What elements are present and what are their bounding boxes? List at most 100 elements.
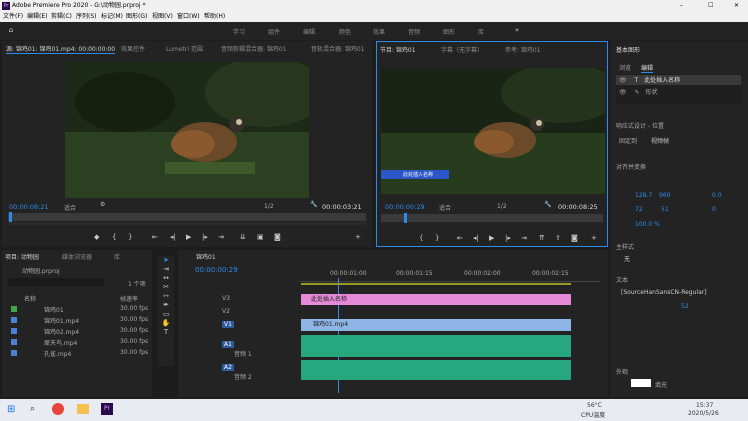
workspace-effects[interactable]: 效果 (373, 27, 385, 36)
tab-libraries[interactable]: 库 (114, 252, 120, 261)
workspace-editing[interactable]: 编辑 (303, 27, 315, 36)
tab-reference[interactable]: 参考: 锦鸡01 (505, 45, 541, 54)
pin-to-dropdown[interactable]: 视频帧 (651, 136, 669, 145)
tab-project[interactable]: 项目: 动物园 (5, 252, 39, 261)
type-tool-icon[interactable]: T (158, 328, 174, 337)
source-zoom-bar[interactable] (8, 222, 366, 225)
workspace-assembly[interactable]: 组件 (268, 27, 280, 36)
source-scrubber[interactable] (8, 213, 366, 221)
list-item[interactable]: 锦鸡02.mp4 30.00 fps (8, 326, 148, 336)
timeline-timecode[interactable]: 00:00:00:29 (195, 266, 238, 274)
position-y[interactable]: 960 (659, 192, 670, 199)
tab-edit[interactable]: 编辑 (641, 63, 654, 73)
menu-clip[interactable]: 剪辑(C) (51, 12, 72, 22)
rotation-value[interactable]: 0 (712, 206, 716, 213)
layer-text[interactable]: 👁 T 此处插入名称 (616, 75, 741, 85)
program-scrubber[interactable] (381, 214, 603, 222)
tab-audio-track-mixer[interactable]: 音轨混合器: 锦鸡01 (311, 44, 365, 53)
hand-tool-icon[interactable]: ✋ (158, 319, 174, 328)
list-item[interactable]: 孔雀.mp4 30.00 fps (8, 348, 148, 358)
scale-value[interactable]: 72 (635, 206, 643, 213)
program-step-forward-icon[interactable]: |▸ (505, 234, 511, 243)
program-mark-in-icon[interactable]: { (419, 234, 423, 243)
ripple-edit-tool-icon[interactable]: ↔ (158, 274, 174, 283)
step-back-icon[interactable]: ◂| (170, 233, 176, 242)
timeline-tab[interactable]: 锦鸡01 (196, 252, 216, 261)
eye-icon[interactable]: 👁 (619, 77, 627, 84)
tab-browse[interactable]: 浏览 (619, 63, 631, 72)
wrench-icon[interactable]: 🔧 (310, 201, 317, 208)
column-fps-header[interactable]: 帧速率 (120, 294, 138, 303)
pen-tool-icon[interactable]: ✒ (158, 301, 174, 310)
maximize-button[interactable]: ☐ (708, 0, 713, 12)
program-go-out-icon[interactable]: ⇥ (521, 234, 527, 243)
program-timecode[interactable]: 00:00:00:29 (385, 203, 425, 211)
camera-icon[interactable]: ◙ (274, 233, 281, 242)
add-button-icon[interactable]: + (355, 233, 361, 242)
menu-file[interactable]: 文件(F) (3, 12, 23, 22)
font-size-value[interactable]: 52 (681, 303, 689, 310)
program-go-in-icon[interactable]: ⇤ (457, 234, 463, 243)
program-resolution-dropdown[interactable]: 1/2 (497, 203, 507, 210)
premiere-taskbar-icon[interactable]: Pr (101, 403, 113, 415)
clip-audio-2[interactable] (301, 360, 571, 380)
program-fit-dropdown[interactable]: 适合 (439, 203, 451, 212)
search-icon[interactable]: ⌕ (30, 404, 35, 414)
more-workspaces-icon[interactable]: » (513, 26, 521, 35)
go-to-out-icon[interactable]: ⇥ (218, 233, 224, 242)
menu-edit[interactable]: 编辑(E) (27, 12, 47, 22)
scale2-value[interactable]: 51 (661, 206, 669, 213)
clip-title[interactable]: 此处插入名称 (301, 294, 571, 305)
clip-audio-1[interactable] (301, 335, 571, 357)
go-to-in-icon[interactable]: ⇤ (152, 233, 158, 242)
extract-icon[interactable]: ⇪ (555, 234, 561, 243)
workspace-graphics[interactable]: 图形 (443, 27, 455, 36)
menu-help[interactable]: 帮助(H) (204, 12, 225, 22)
mark-out-icon[interactable]: } (128, 233, 132, 242)
razor-tool-icon[interactable]: ✂ (158, 283, 174, 292)
tab-media-browser[interactable]: 媒体浏览器 (62, 252, 92, 261)
list-item[interactable]: 锦鸡01 30.00 fps (8, 304, 148, 314)
workspace-libraries[interactable]: 库 (478, 27, 484, 36)
export-frame-icon[interactable]: ◙ (571, 234, 578, 243)
program-step-back-icon[interactable]: ◂| (473, 234, 479, 243)
program-title-overlay[interactable]: 此处插入名称 (403, 171, 433, 178)
opacity-value[interactable]: 100.0 % (635, 221, 660, 228)
list-item[interactable]: 锦鸡01.mp4 30.00 fps (8, 315, 148, 325)
layer-shape[interactable]: 👁 ✎ 形状 (616, 87, 741, 97)
tab-effect-controls[interactable]: 效果控件 (121, 44, 145, 53)
work-area-bar[interactable] (301, 283, 571, 285)
tab-captions[interactable]: 字幕（无字幕） (441, 45, 483, 54)
tab-source[interactable]: 源: 锦鸡01: 锦鸡01.mp4: 00:00:00:00 (6, 44, 116, 54)
program-add-icon[interactable]: + (591, 234, 597, 243)
eye-icon[interactable]: 👁 (619, 89, 627, 96)
close-button[interactable]: ✕ (734, 0, 739, 12)
insert-icon[interactable]: ⇊ (240, 233, 246, 242)
overwrite-icon[interactable]: ▣ (257, 233, 264, 242)
list-item[interactable]: 犀天鸟.mp4 30.00 fps (8, 337, 148, 347)
timeline-ruler[interactable]: 00:00:01:00 00:00:01:15 00:00:02:00 00:0… (300, 268, 600, 282)
settings-wrench-icon[interactable]: ⚙ (100, 201, 105, 208)
clip-video[interactable]: 锦鸡01.mp4 (301, 319, 571, 331)
menu-marker[interactable]: 标记(M) (101, 12, 123, 22)
chrome-icon[interactable] (52, 403, 64, 415)
file-explorer-icon[interactable] (77, 404, 89, 414)
slip-tool-icon[interactable]: ⇿ (158, 292, 174, 301)
menu-view[interactable]: 视图(V) (152, 12, 173, 22)
step-forward-icon[interactable]: |▸ (202, 233, 208, 242)
rectangle-tool-icon[interactable]: ▭ (158, 310, 174, 319)
program-wrench-icon[interactable]: 🔧 (544, 201, 551, 208)
track-select-tool-icon[interactable]: ⇥ (158, 265, 174, 274)
mark-in-icon[interactable]: { (112, 233, 116, 242)
tab-audio-clip-mixer[interactable]: 音频剪辑混合器: 锦鸡01 (221, 44, 287, 53)
column-name-header[interactable]: 名称 (24, 294, 36, 303)
lift-icon[interactable]: ⇈ (539, 234, 545, 243)
tab-lumetri-scopes[interactable]: Lumetri 范围 (166, 44, 203, 53)
project-search-input[interactable] (8, 278, 104, 286)
position-x[interactable]: 128.7 (635, 192, 652, 199)
tab-program[interactable]: 节目: 锦鸡01 (380, 45, 416, 54)
windows-start-icon[interactable]: ⊞ (7, 404, 15, 415)
workspace-audio[interactable]: 音频 (408, 27, 420, 36)
program-playhead[interactable] (404, 213, 407, 223)
program-mark-out-icon[interactable]: } (435, 234, 439, 243)
